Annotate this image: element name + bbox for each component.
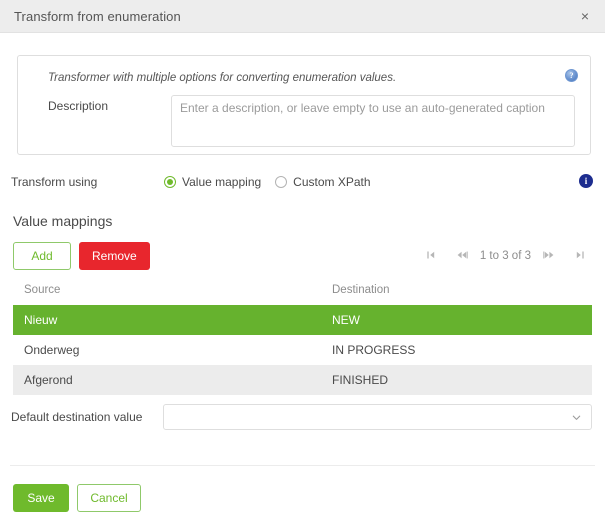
table-body: Nieuw NEW Onderweg IN PROGRESS Afgerond …: [13, 305, 592, 395]
pagination-next-icon[interactable]: [538, 250, 560, 263]
previous-page-glyph: [456, 250, 468, 260]
transform-using-label: Transform using: [11, 175, 164, 189]
pagination-previous-icon[interactable]: [451, 250, 473, 263]
chevron-down-icon: [571, 412, 582, 423]
value-mappings-toolbar: Add Remove 1 to 3 of 3: [13, 242, 591, 270]
radio-label-custom-xpath: Custom XPath: [293, 175, 370, 189]
help-icon-glyph: ?: [570, 72, 574, 80]
help-circle-icon[interactable]: ?: [565, 69, 578, 82]
transform-using-row: Transform using Value mapping Custom XPa…: [0, 170, 605, 194]
radio-option-custom-xpath[interactable]: Custom XPath: [275, 175, 370, 189]
description-field-row: Description: [31, 95, 577, 147]
table-header-row: Source Destination: [13, 284, 592, 305]
footer-divider: [10, 465, 595, 466]
cell-source: Onderweg: [13, 335, 321, 365]
description-hint-text: Transformer with multiple options for co…: [48, 72, 577, 84]
value-mappings-table: Source Destination Nieuw NEW Onderweg IN…: [13, 284, 592, 395]
dialog-title: Transform from enumeration: [14, 9, 181, 24]
radio-label-value-mapping: Value mapping: [182, 175, 261, 189]
dialog-titlebar: Transform from enumeration ×: [0, 0, 605, 33]
column-header-source: Source: [13, 284, 321, 305]
pagination-last-icon[interactable]: [569, 250, 591, 263]
cell-destination: FINISHED: [321, 365, 592, 395]
radio-selected-icon[interactable]: [164, 176, 176, 188]
dialog-footer: Save Cancel: [13, 484, 141, 512]
transform-using-radio-group: Value mapping Custom XPath: [164, 175, 385, 189]
cell-destination: IN PROGRESS: [321, 335, 592, 365]
table-row[interactable]: Onderweg IN PROGRESS: [13, 335, 592, 365]
pagination-first-icon[interactable]: [420, 250, 442, 263]
default-destination-select[interactable]: [163, 404, 592, 430]
info-circle-icon[interactable]: i: [579, 174, 593, 188]
cell-destination: NEW: [321, 305, 592, 335]
radio-option-value-mapping[interactable]: Value mapping: [164, 175, 261, 189]
pagination-info: 1 to 3 of 3: [480, 250, 531, 262]
next-page-glyph: [543, 250, 555, 260]
remove-button[interactable]: Remove: [79, 242, 150, 270]
default-destination-row: Default destination value: [11, 404, 592, 430]
cell-source: Afgerond: [13, 365, 321, 395]
last-page-glyph: [575, 250, 585, 260]
info-icon-glyph: i: [585, 177, 588, 186]
table-row[interactable]: Nieuw NEW: [13, 305, 592, 335]
table-row[interactable]: Afgerond FINISHED: [13, 365, 592, 395]
value-mappings-buttons: Add Remove: [13, 242, 150, 270]
column-header-destination: Destination: [321, 284, 592, 305]
transform-from-enumeration-dialog: Transform from enumeration × Transformer…: [0, 0, 605, 521]
cell-source: Nieuw: [13, 305, 321, 335]
table-header: Source Destination: [13, 284, 592, 305]
dialog-body: Transformer with multiple options for co…: [0, 55, 605, 430]
value-mappings-heading: Value mappings: [13, 213, 605, 229]
add-button[interactable]: Add: [13, 242, 71, 270]
default-destination-label: Default destination value: [11, 410, 163, 424]
description-input[interactable]: [171, 95, 575, 147]
first-page-glyph: [426, 250, 436, 260]
description-label: Description: [31, 95, 171, 113]
close-icon[interactable]: ×: [576, 7, 594, 25]
description-panel: Transformer with multiple options for co…: [17, 55, 591, 155]
pagination-controls: 1 to 3 of 3: [420, 250, 591, 263]
radio-unselected-icon[interactable]: [275, 176, 287, 188]
cancel-button[interactable]: Cancel: [77, 484, 141, 512]
save-button[interactable]: Save: [13, 484, 69, 512]
